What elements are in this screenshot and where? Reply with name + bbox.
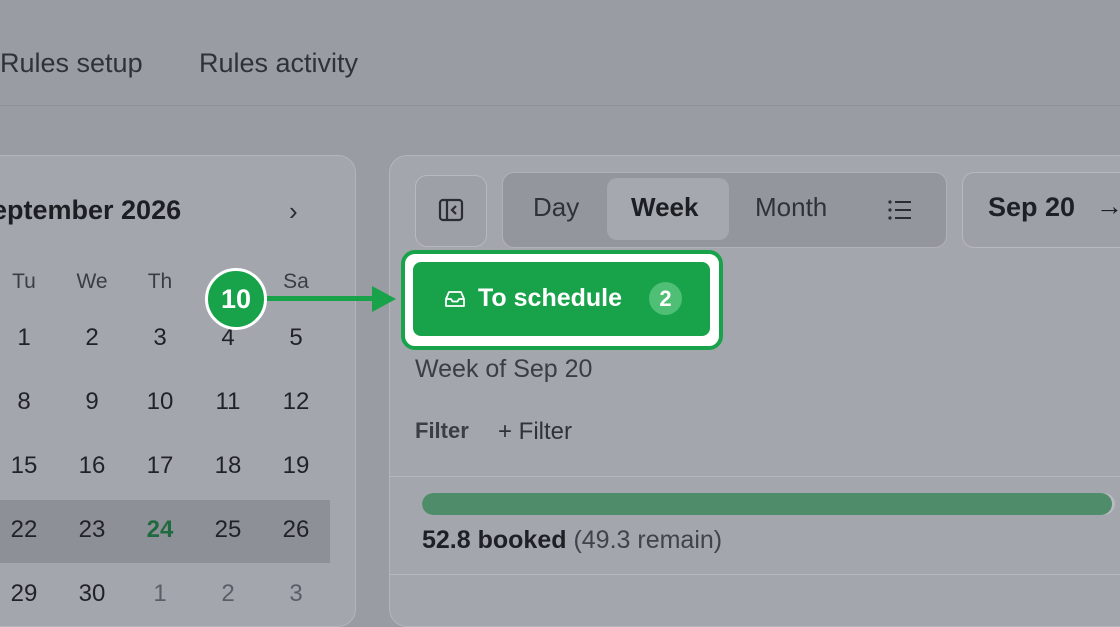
weekday-label: Tu	[12, 270, 36, 293]
mini-calendar-day[interactable]: 3	[140, 324, 180, 352]
capacity-progress-fill	[422, 493, 1112, 515]
to-schedule-count-badge: 2	[649, 282, 682, 315]
section-divider	[389, 476, 1120, 477]
mini-calendar-day[interactable]: 15	[4, 452, 44, 480]
mini-calendar-day[interactable]: 18	[208, 452, 248, 480]
mini-calendar-day[interactable]: 29	[4, 580, 44, 608]
booked-hours: 52.8 booked	[422, 526, 567, 554]
mini-calendar-day[interactable]: 1	[4, 324, 44, 352]
mini-calendar-day[interactable]: 5	[276, 324, 316, 352]
section-divider	[389, 574, 1120, 575]
arrow-right-icon: →	[1096, 191, 1120, 221]
mini-calendar-day[interactable]: 10	[140, 388, 180, 416]
top-nav: Rules setup Rules activity	[0, 0, 1120, 106]
capacity-summary: 52.8 booked (49.3 remain)	[422, 526, 722, 555]
view-month-button[interactable]: Month	[755, 192, 827, 223]
weekday-label: Th	[147, 270, 173, 293]
mini-calendar-day[interactable]: 26	[276, 516, 316, 544]
mini-calendar-day[interactable]: 3	[276, 580, 316, 608]
mini-calendar-title: eptember 2026	[0, 195, 182, 225]
list-icon[interactable]	[886, 198, 914, 222]
to-schedule-label: To schedule	[478, 284, 623, 312]
mini-calendar-day[interactable]: 12	[276, 388, 316, 416]
mini-calendar-day[interactable]: 2	[208, 580, 248, 608]
weekday-label: We	[76, 270, 108, 293]
remaining-hours: (49.3 remain)	[573, 526, 723, 554]
mini-calendar-day[interactable]: 25	[208, 516, 248, 544]
sidebar-collapse-icon	[438, 198, 464, 222]
mini-calendar-day[interactable]: 8	[4, 388, 44, 416]
date-range-label: Sep 20	[988, 192, 1076, 222]
mini-calendar-day[interactable]: 9	[72, 388, 112, 416]
mini-calendar-day[interactable]: 16	[72, 452, 112, 480]
add-filter-button[interactable]: + Filter	[498, 418, 572, 446]
capacity-progress-bar	[422, 493, 1115, 515]
filter-label: Filter	[415, 418, 469, 443]
mini-calendar-day[interactable]: 1	[140, 580, 180, 608]
callout-arrow-head	[372, 286, 396, 312]
mini-calendar-day[interactable]: 19	[276, 452, 316, 480]
week-title: Week of Sep 20	[415, 355, 593, 383]
chevron-right-icon[interactable]: ›	[289, 196, 298, 227]
sidebar-toggle-button[interactable]	[415, 175, 487, 247]
mini-calendar-day[interactable]: 24	[140, 516, 180, 544]
mini-calendar-day[interactable]: 30	[72, 580, 112, 608]
tab-rules-setup[interactable]: Rules setup	[0, 48, 143, 79]
view-week-button[interactable]: Week	[631, 192, 698, 223]
inbox-icon	[445, 291, 465, 307]
tab-rules-activity[interactable]: Rules activity	[199, 48, 358, 79]
callout-number-badge: 10	[205, 268, 267, 330]
weekday-label: Sa	[283, 270, 309, 293]
mini-calendar-day[interactable]: 22	[4, 516, 44, 544]
mini-calendar-day[interactable]: 17	[140, 452, 180, 480]
mini-calendar-day[interactable]: 11	[208, 388, 248, 416]
mini-calendar-day[interactable]: 23	[72, 516, 112, 544]
callout-arrow-line	[265, 296, 375, 301]
mini-calendar-day[interactable]: 2	[72, 324, 112, 352]
view-day-button[interactable]: Day	[533, 192, 579, 223]
